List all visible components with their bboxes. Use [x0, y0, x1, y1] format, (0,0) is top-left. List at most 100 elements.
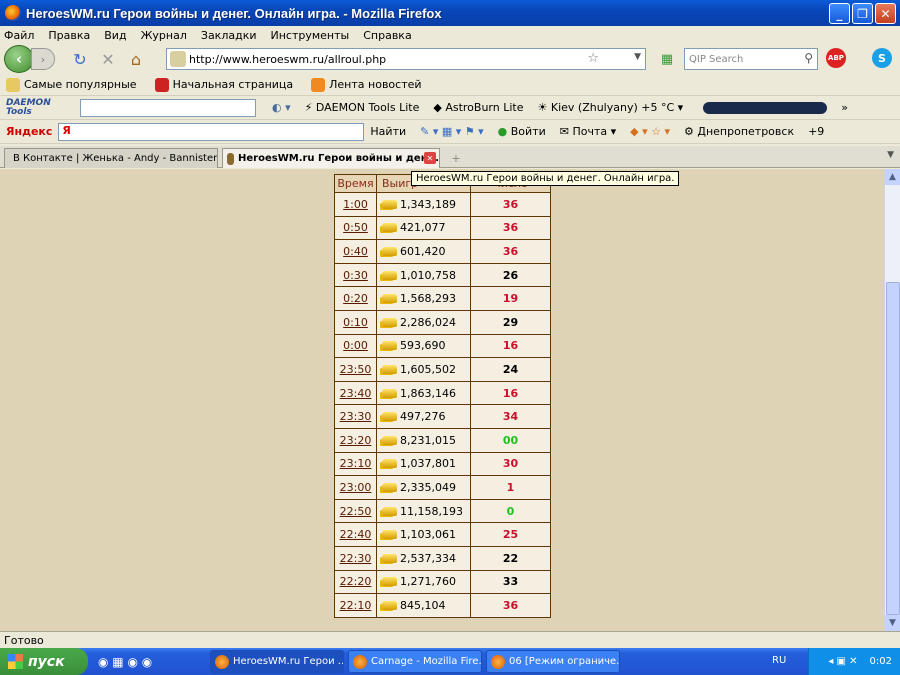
stop-icon[interactable]: ✕: [97, 48, 119, 70]
menu-file[interactable]: Файл: [4, 29, 34, 42]
time-link[interactable]: 22:40: [340, 528, 372, 541]
number-cell: 33: [470, 569, 551, 595]
menu-bookmarks[interactable]: Закладки: [201, 29, 257, 42]
time-link[interactable]: 23:50: [340, 363, 372, 376]
table-row: 0:20 1,568,293 19: [334, 286, 551, 311]
adblock-icon[interactable]: ABP: [826, 48, 846, 68]
task-carnage[interactable]: Carnage - Mozilla Fire...: [348, 650, 482, 673]
url-bar[interactable]: http://www.heroeswm.ru/allroul.php ☆ ▼: [166, 48, 646, 70]
roulette-results-table: Время Выигр Число 1:001,343,189360:50421…: [334, 174, 551, 618]
yandex-search-input[interactable]: Я: [58, 122, 365, 141]
time-link[interactable]: 22:20: [340, 575, 372, 588]
scroll-thumb[interactable]: [886, 282, 900, 615]
time-cell: 23:40: [334, 380, 377, 406]
qip-icon[interactable]: ▦: [656, 48, 678, 70]
menu-history[interactable]: Журнал: [141, 29, 187, 42]
time-link[interactable]: 0:10: [343, 316, 368, 329]
daemon-dropdown-input[interactable]: [80, 98, 256, 117]
yandex-find-button[interactable]: Найти: [370, 125, 406, 138]
time-link[interactable]: 0:00: [343, 339, 368, 352]
menu-view[interactable]: Вид: [104, 29, 126, 42]
time-link[interactable]: 0:30: [343, 269, 368, 282]
time-cell: 22:40: [334, 522, 377, 547]
close-button[interactable]: ✕: [875, 3, 896, 24]
time-link[interactable]: 22:30: [340, 552, 372, 565]
time-link[interactable]: 22:50: [340, 505, 372, 518]
bookmark-folder-icon: [6, 77, 20, 92]
new-tab-button[interactable]: +: [446, 149, 466, 167]
time-cell: 23:50: [334, 357, 377, 382]
time-link[interactable]: 0:40: [343, 245, 368, 258]
yandex-mail-button[interactable]: ✉ Почта ▾: [560, 125, 616, 138]
media-player-bar[interactable]: [703, 101, 828, 114]
yandex-tools-icons[interactable]: ✎ ▾ ▦ ▾ ⚑ ▾: [420, 125, 484, 138]
number-cell: 22: [470, 545, 551, 571]
skype-icon[interactable]: S: [872, 48, 892, 68]
time-link[interactable]: 22:10: [340, 599, 372, 612]
tab-list-icon[interactable]: ▼: [887, 150, 894, 160]
task-word-document[interactable]: 06 [Режим ограниче...: [486, 650, 620, 673]
yandex-extra-icons[interactable]: ◆ ▾ ☆ ▾: [630, 125, 670, 138]
yandex-weather-city[interactable]: ⚙ Днепропетровск: [684, 125, 794, 138]
daemon-tools-lite[interactable]: ⚡ DAEMON Tools Lite: [305, 101, 420, 114]
win-amount: 421,077: [400, 221, 446, 235]
daemon-search-icon[interactable]: ◐ ▾: [272, 101, 291, 114]
win-cell: 8,231,015: [376, 427, 471, 453]
win-cell: 1,863,146: [376, 380, 471, 406]
dropdown-arrow-icon[interactable]: ▼: [634, 52, 641, 62]
menu-help[interactable]: Справка: [363, 29, 411, 42]
home-icon[interactable]: ⌂: [125, 48, 147, 70]
minimize-button[interactable]: _: [829, 3, 850, 24]
search-input[interactable]: QIP Search ⚲: [684, 48, 818, 70]
time-link[interactable]: 0:50: [343, 221, 368, 234]
reload-icon[interactable]: ↻: [69, 48, 91, 70]
win-amount: 1,037,801: [400, 457, 456, 471]
number-cell: 30: [470, 451, 551, 477]
astroburn-lite[interactable]: ◆ AstroBurn Lite: [433, 101, 523, 114]
tab-vkontakte[interactable]: В Контакте | Женька - Andy - Bannister: [4, 148, 218, 168]
tab-heroeswm[interactable]: HeroesWM.ru Герои войны и ден... ✕: [222, 148, 440, 168]
time-link[interactable]: 0:20: [343, 292, 368, 305]
time-link[interactable]: 1:00: [343, 198, 368, 211]
bookmark-start-page[interactable]: Начальная страница: [154, 77, 293, 92]
time-link[interactable]: 23:10: [340, 457, 372, 470]
yandex-login-button[interactable]: ● Войти: [498, 125, 546, 138]
win-cell: 11,158,193: [376, 498, 471, 524]
start-button[interactable]: пуск: [0, 648, 88, 675]
scroll-up-arrow[interactable]: ▲: [885, 169, 900, 185]
time-cell: 0:50: [334, 215, 377, 241]
scroll-down-arrow[interactable]: ▼: [885, 615, 900, 631]
vertical-scrollbar[interactable]: ▲ ▼: [884, 169, 900, 631]
time-cell: 0:20: [334, 286, 377, 311]
task-heroeswm[interactable]: HeroesWM.ru Герои ...: [210, 650, 344, 673]
time-link[interactable]: 23:40: [340, 387, 372, 400]
bookmark-star-icon[interactable]: ☆: [587, 51, 599, 66]
win-cell: 421,077: [376, 215, 471, 241]
status-text: Готово: [4, 633, 44, 647]
tooltip: HeroesWM.ru Герои войны и денег. Онлайн …: [411, 171, 680, 186]
yandex-brand[interactable]: Яндекс: [6, 125, 52, 138]
number-cell: 34: [470, 404, 551, 429]
tray-icons[interactable]: ◂ ▣ ✕: [828, 656, 857, 667]
language-indicator[interactable]: RU: [772, 655, 786, 666]
quicklaunch-icons[interactable]: ◉ ▦ ◉ ◉: [98, 655, 206, 669]
bookmark-most-visited[interactable]: Самые популярные: [6, 77, 137, 92]
table-row: 0:30 1,010,758 26: [334, 262, 551, 288]
yandex-temperature[interactable]: +9: [808, 125, 824, 138]
forward-button[interactable]: ›: [31, 48, 55, 70]
tab-close-icon[interactable]: ✕: [424, 152, 436, 164]
maximize-button[interactable]: ❐: [852, 3, 873, 24]
number-cell: 25: [470, 522, 551, 547]
window-title: HeroesWM.ru Герои войны и денег. Онлайн …: [26, 5, 442, 21]
time-link[interactable]: 23:20: [340, 434, 372, 447]
overflow-chevron-icon[interactable]: »: [841, 101, 848, 114]
search-icon[interactable]: ⚲: [804, 51, 813, 65]
time-link[interactable]: 23:00: [340, 481, 372, 494]
back-button[interactable]: ‹: [4, 45, 34, 73]
time-link[interactable]: 23:30: [340, 410, 372, 423]
menu-tools[interactable]: Инструменты: [271, 29, 350, 42]
time-cell: 1:00: [334, 192, 377, 217]
menu-edit[interactable]: Правка: [48, 29, 90, 42]
bookmark-news-feed[interactable]: Лента новостей: [311, 77, 422, 92]
weather-widget[interactable]: ☀ Kiev (Zhulyany) +5 °C ▾: [538, 101, 684, 114]
